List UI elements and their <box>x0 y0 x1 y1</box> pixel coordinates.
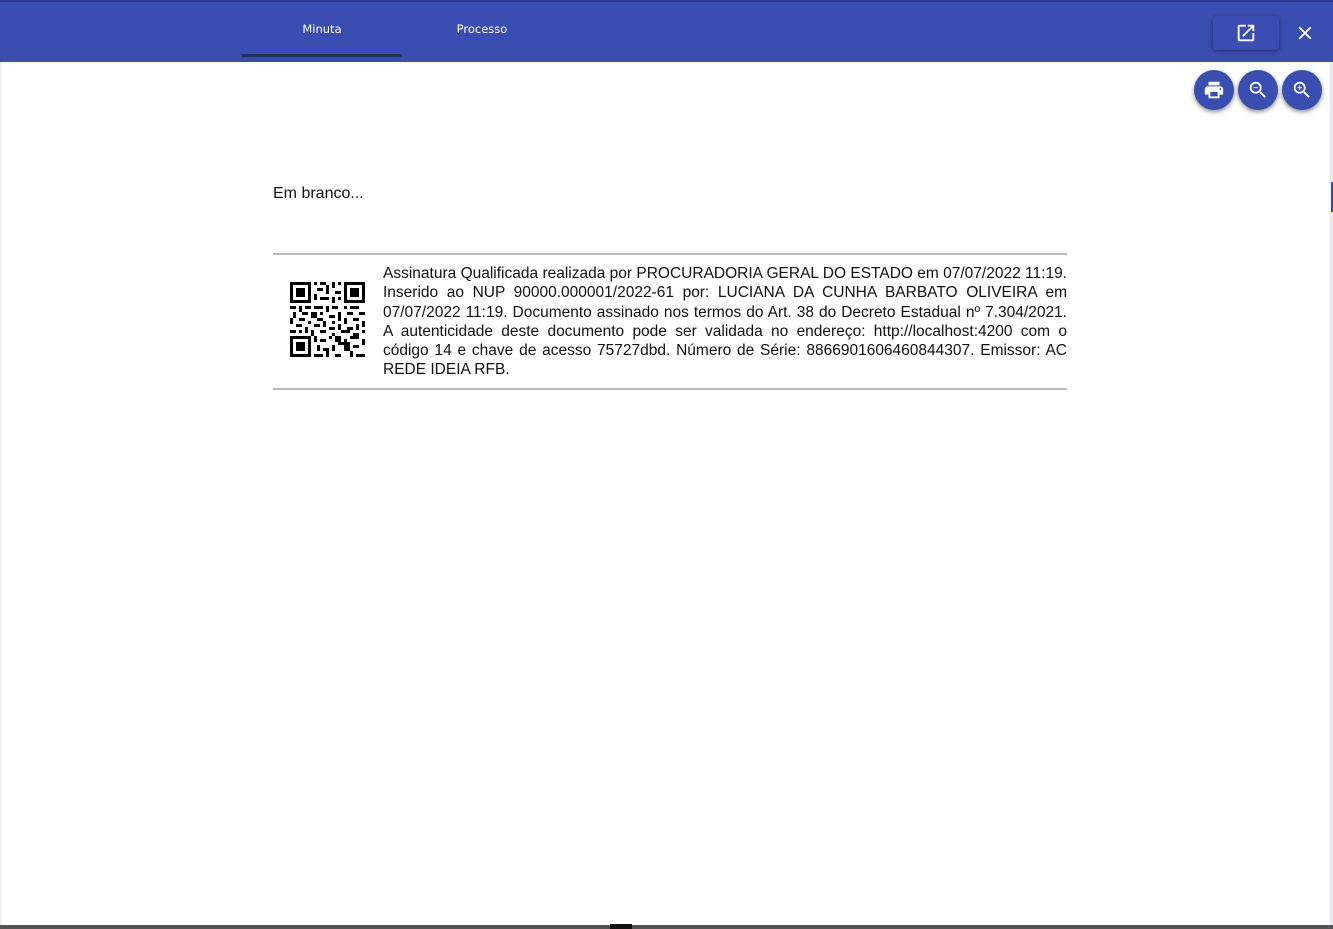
open-in-new-icon <box>1237 24 1255 42</box>
zoom-out-icon <box>1249 81 1266 98</box>
signature-text: Assinatura Qualificada realizada por PRO… <box>383 265 1067 379</box>
top-app-bar: Minuta Processo <box>0 0 1333 62</box>
tab-processo[interactable]: Processo <box>402 0 562 57</box>
active-tab-indicator <box>242 54 402 57</box>
qr-code-image <box>290 282 365 357</box>
bottom-edge <box>0 925 1333 929</box>
close-button[interactable] <box>1290 18 1320 48</box>
print-button[interactable] <box>1194 70 1234 110</box>
zoom-out-button[interactable] <box>1238 70 1278 110</box>
close-icon <box>1298 26 1312 40</box>
signature-block: Assinatura Qualificada realizada por PRO… <box>273 253 1067 390</box>
document-body-text: Em branco... <box>273 185 364 202</box>
tab-minuta-label: Minuta <box>302 21 342 36</box>
tab-processo-label: Processo <box>456 21 508 36</box>
zoom-in-icon <box>1293 81 1310 98</box>
open-in-new-window-button[interactable] <box>1213 16 1279 50</box>
bottom-handle <box>610 924 632 929</box>
top-bar-edge <box>0 0 1333 2</box>
left-edge <box>0 62 2 926</box>
zoom-in-button[interactable] <box>1282 70 1322 110</box>
print-icon <box>1204 81 1224 99</box>
tab-minuta[interactable]: Minuta <box>242 0 402 57</box>
